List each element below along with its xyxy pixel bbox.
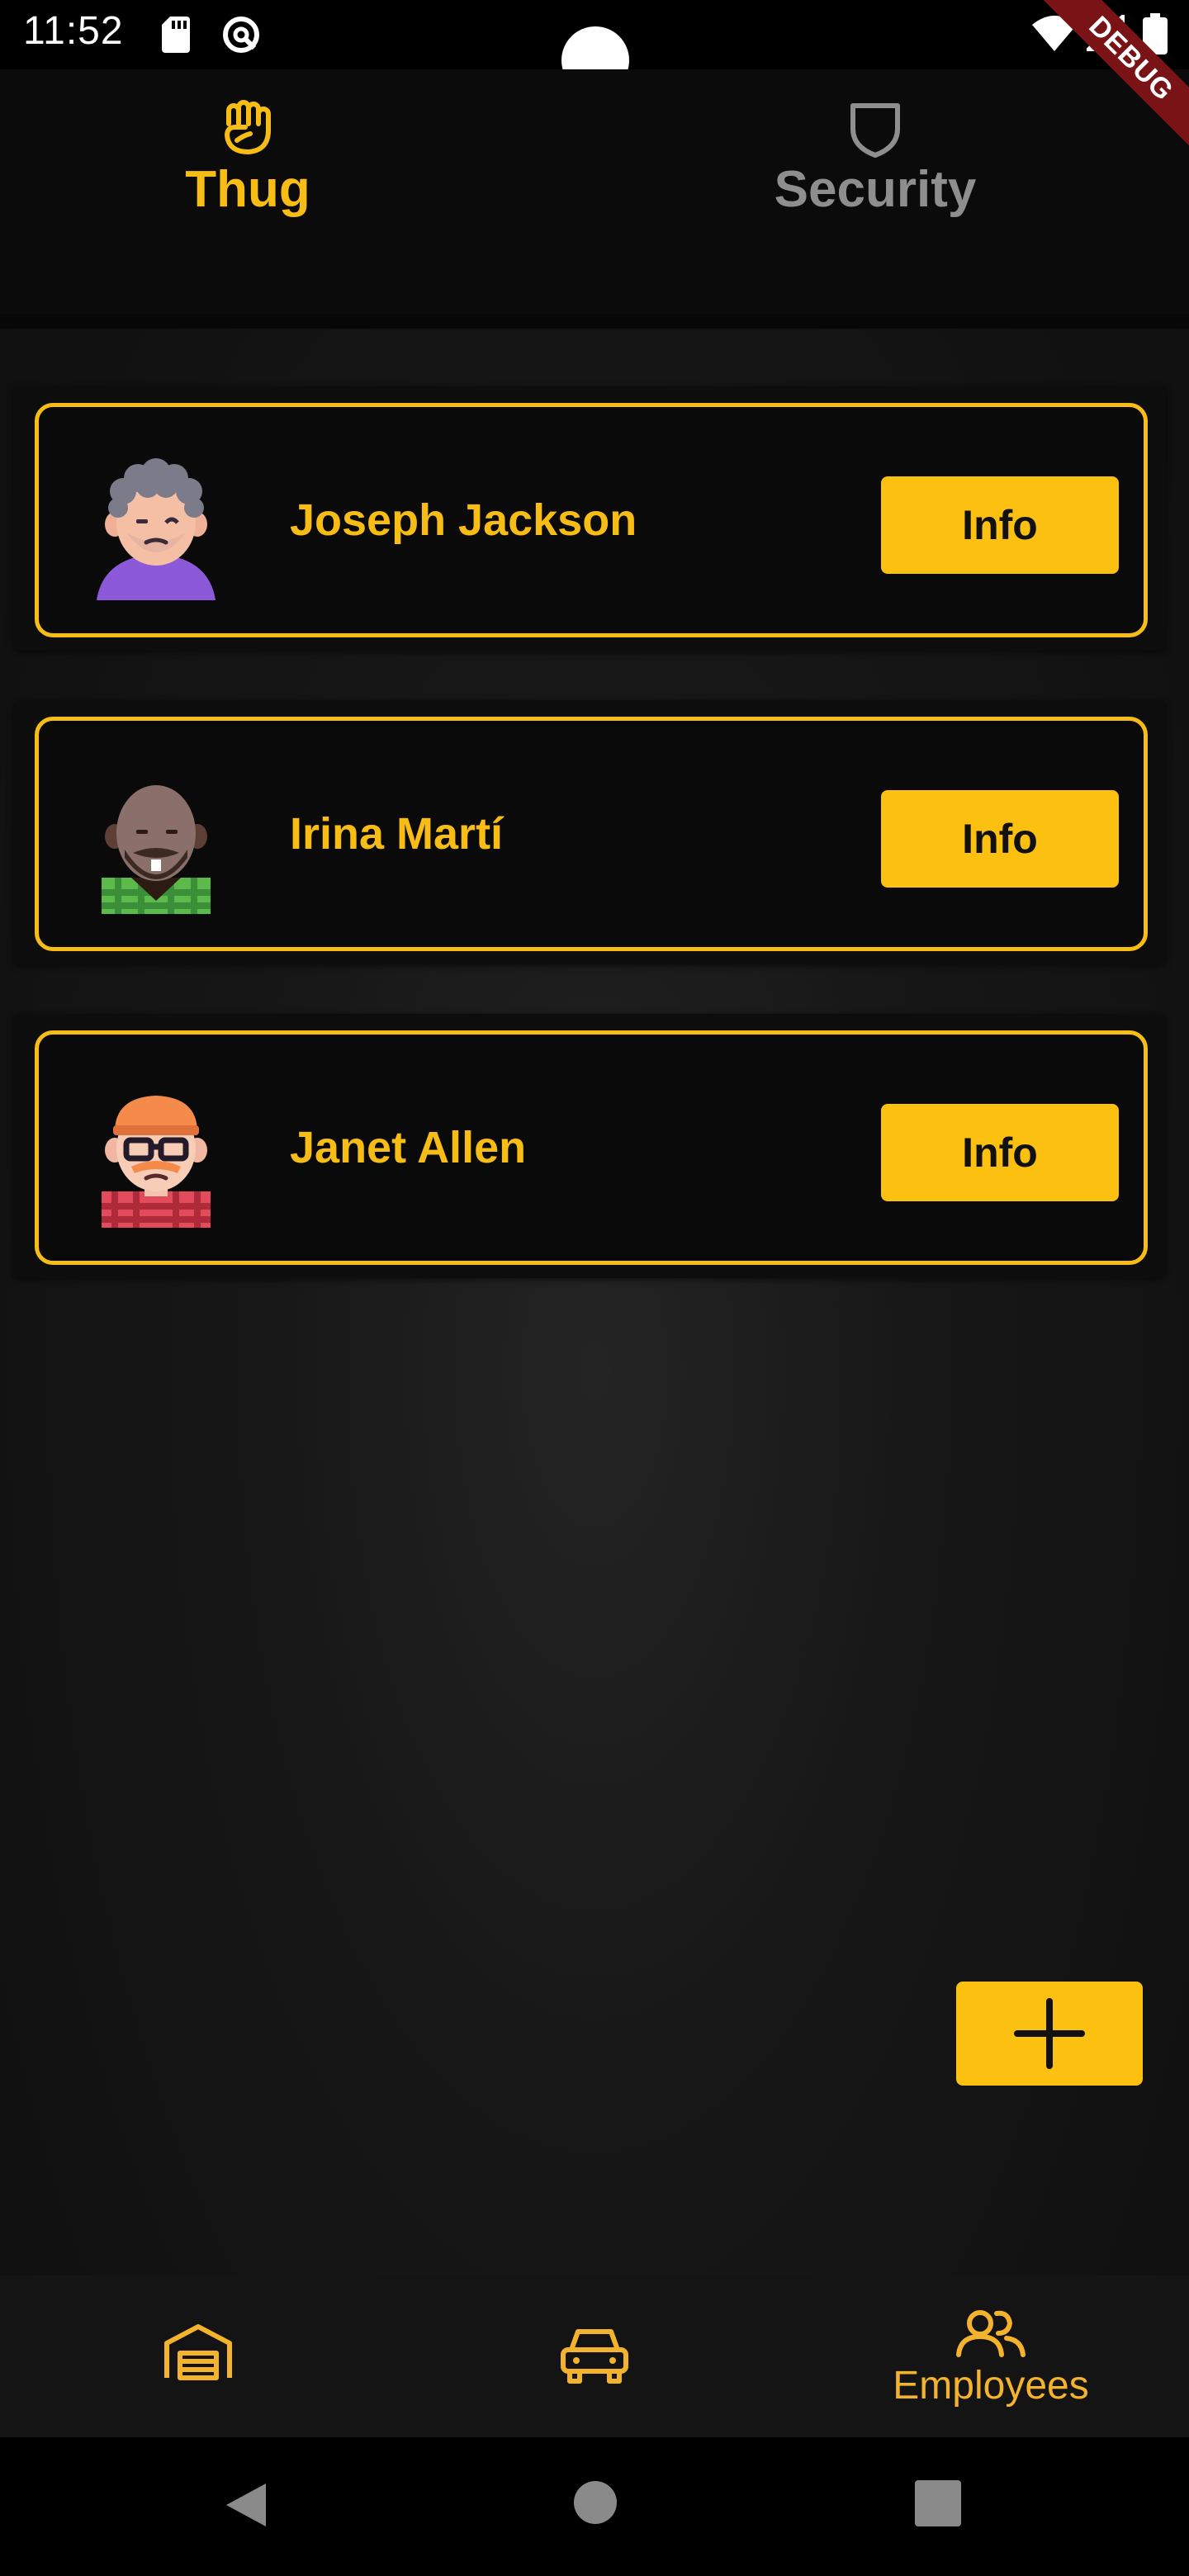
tab-divider — [0, 314, 1189, 329]
bottom-nav: Employees — [0, 2275, 1189, 2437]
info-button[interactable]: Info — [881, 790, 1119, 888]
tab-security-label: Security — [774, 161, 977, 218]
debug-label: DEBUG — [1029, 0, 1189, 161]
garage-icon — [164, 2324, 232, 2380]
fist-icon — [225, 100, 271, 154]
tab-thug-label: Thug — [185, 161, 310, 218]
employee-card: Joseph Jackson Info — [35, 403, 1148, 637]
employee-name: Irina Martí — [290, 809, 504, 859]
recents-icon[interactable] — [915, 2480, 961, 2526]
status-bar: 11:52 — [0, 0, 1189, 94]
nav-item-garage[interactable] — [0, 2275, 396, 2437]
avatar — [97, 458, 216, 600]
app-body: Thug Security Joseph Jackson Info Irina … — [0, 69, 1189, 2437]
employee-name: Janet Allen — [290, 1123, 527, 1172]
info-button[interactable]: Info — [881, 476, 1119, 574]
add-employee-button[interactable] — [956, 1982, 1143, 2086]
top-tab-bar: Thug Security — [0, 69, 1189, 314]
shield-icon — [850, 103, 900, 158]
nav-item-employees-label: Employees — [893, 2364, 1089, 2408]
list-item: Joseph Jackson Info — [13, 386, 1166, 651]
employee-card: Janet Allen Info — [35, 1030, 1148, 1265]
avatar — [102, 785, 211, 914]
users-icon — [956, 2310, 1026, 2357]
list-item: Janet Allen Info — [13, 1014, 1166, 1278]
sd-card-icon — [162, 17, 190, 53]
plus-icon — [1014, 1998, 1085, 2069]
nav-item-cars[interactable] — [396, 2275, 793, 2437]
debug-banner: DEBUG — [1024, 0, 1189, 165]
employee-name: Joseph Jackson — [290, 495, 637, 545]
system-nav-bar — [0, 2437, 1189, 2576]
back-icon[interactable] — [223, 2480, 269, 2530]
avatar — [102, 1096, 211, 1228]
nav-item-employees[interactable]: Employees — [793, 2275, 1189, 2437]
car-icon — [561, 2329, 628, 2384]
employee-card: Irina Martí Info — [35, 717, 1148, 951]
tab-thug[interactable]: Thug — [0, 69, 545, 314]
status-time: 11:52 — [23, 9, 124, 53]
hotspot-icon — [223, 17, 259, 53]
info-button[interactable]: Info — [881, 1104, 1119, 1201]
list-item: Irina Martí Info — [13, 700, 1166, 964]
home-icon[interactable] — [573, 2480, 618, 2525]
